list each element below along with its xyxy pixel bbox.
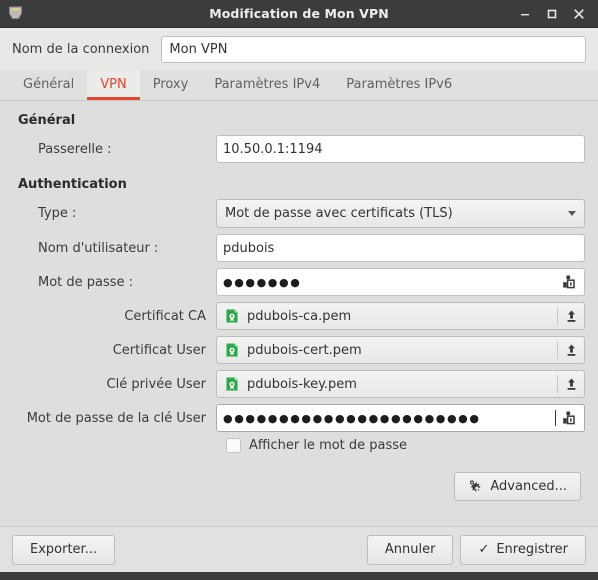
check-icon: ✓ [478,542,490,557]
private-key-password-input[interactable]: ●●●●●●●●●●●●●●●●●●●●●●● [216,404,585,432]
window-bottom-edge [0,572,598,580]
show-password-label: Afficher le mot de passe [249,438,408,453]
connection-name-input[interactable]: Mon VPN [161,36,586,63]
ca-certificate-filename: pdubois-ca.pem [247,308,352,324]
chevron-down-icon [568,211,576,216]
gateway-row: Passerelle : 10.50.0.1:1194 [13,135,585,163]
ca-certificate-row: Certificat CA pdubois-ca.pem [13,302,585,330]
auth-type-value: Mot de passe avec certificats (TLS) [225,206,453,221]
vpn-editor-window: Modification de Mon VPN Nom de la connex… [0,0,598,580]
general-section-title: Général [18,113,76,128]
close-button[interactable] [572,7,586,21]
advanced-row: Advanced... [13,472,585,501]
password-value: ●●●●●●● [223,276,302,288]
title-bar: Modification de Mon VPN [0,0,598,28]
gateway-value: 10.50.0.1:1194 [223,141,323,157]
tab-bar: Général VPN Proxy Paramètres IPv4 Paramè… [0,70,598,101]
ca-certificate-label: Certificat CA [124,308,206,324]
window-controls [518,7,592,21]
password-storage-icon[interactable] [560,273,578,291]
gear-icon [468,479,483,494]
password-label: Mot de passe : [38,274,134,290]
export-button-label: Exporter... [30,542,98,557]
tab-ipv6-settings[interactable]: Paramètres IPv6 [333,70,465,100]
user-certificate-upload-button[interactable] [558,337,584,363]
ca-certificate-file-button[interactable]: pdubois-ca.pem [216,302,585,330]
auth-type-label: Type : [38,206,77,221]
private-key-upload-button[interactable] [558,371,584,397]
private-key-row: Clé privée User pdubois-key.pem [13,370,585,398]
private-key-file-button[interactable]: pdubois-key.pem [216,370,585,398]
window-title: Modification de Mon VPN [209,6,389,21]
save-button[interactable]: ✓ Enregistrer [460,534,586,565]
private-key-password-value: ●●●●●●●●●●●●●●●●●●●●●●● [223,412,481,424]
show-password-row: Afficher le mot de passe [13,438,585,453]
certificate-file-icon [224,342,240,358]
username-label: Nom d'utilisateur : [38,240,159,256]
connection-name-label: Nom de la connexion [12,42,150,57]
upload-icon [565,309,578,323]
advanced-button-label: Advanced... [490,479,567,494]
private-key-label: Clé privée User [106,376,206,392]
export-button[interactable]: Exporter... [12,534,116,565]
password-input[interactable]: ●●●●●●● [216,268,585,296]
user-certificate-filename: pdubois-cert.pem [247,342,362,358]
tab-ipv4-settings[interactable]: Paramètres IPv4 [201,70,333,100]
username-value: pdubois [223,240,275,256]
ethernet-port-icon [7,5,24,22]
private-key-password-row: Mot de passe de la clé User ●●●●●●●●●●●●… [13,404,585,432]
auth-type-row: Type : Mot de passe avec certificats (TL… [13,199,585,228]
tab-proxy[interactable]: Proxy [140,70,202,100]
minimize-button[interactable] [518,7,532,21]
maximize-button[interactable] [545,7,559,21]
tab-general[interactable]: Général [10,70,87,100]
user-certificate-label: Certificat User [112,342,206,358]
show-password-checkbox[interactable] [226,438,241,453]
user-certificate-row: Certificat User pdubois-cert.pem [13,336,585,364]
dialog-actions: Annuler ✓ Enregistrer [366,534,586,565]
text-cursor [555,410,556,426]
upload-icon [565,343,578,357]
vpn-tab-panel: Général Passerelle : 10.50.0.1:1194 Auth… [0,101,598,526]
private-key-password-label: Mot de passe de la clé User [26,410,206,426]
username-row: Nom d'utilisateur : pdubois [13,234,585,262]
connection-name-value: Mon VPN [169,42,228,57]
cancel-button[interactable]: Annuler [366,534,454,565]
authentication-section-title: Authentication [18,177,127,192]
ca-certificate-upload-button[interactable] [558,303,584,329]
certificate-file-icon [224,308,240,324]
vpn-settings-pane: Général Passerelle : 10.50.0.1:1194 Auth… [13,113,585,526]
password-row: Mot de passe : ●●●●●●● [13,268,585,296]
connection-name-row: Nom de la connexion Mon VPN [0,28,598,70]
gateway-input[interactable]: 10.50.0.1:1194 [216,135,585,163]
action-bar: Exporter... Annuler ✓ Enregistrer [0,526,598,572]
cancel-button-label: Annuler [384,542,436,557]
password-storage-icon[interactable] [560,409,578,427]
certificate-file-icon [224,376,240,392]
advanced-button[interactable]: Advanced... [454,472,581,501]
tab-vpn[interactable]: VPN [87,70,140,100]
user-certificate-file-button[interactable]: pdubois-cert.pem [216,336,585,364]
username-input[interactable]: pdubois [216,234,585,262]
private-key-filename: pdubois-key.pem [247,376,357,392]
upload-icon [565,377,578,391]
save-button-label: Enregistrer [496,542,568,557]
gateway-label: Passerelle : [38,141,112,157]
auth-type-select[interactable]: Mot de passe avec certificats (TLS) [216,199,585,228]
